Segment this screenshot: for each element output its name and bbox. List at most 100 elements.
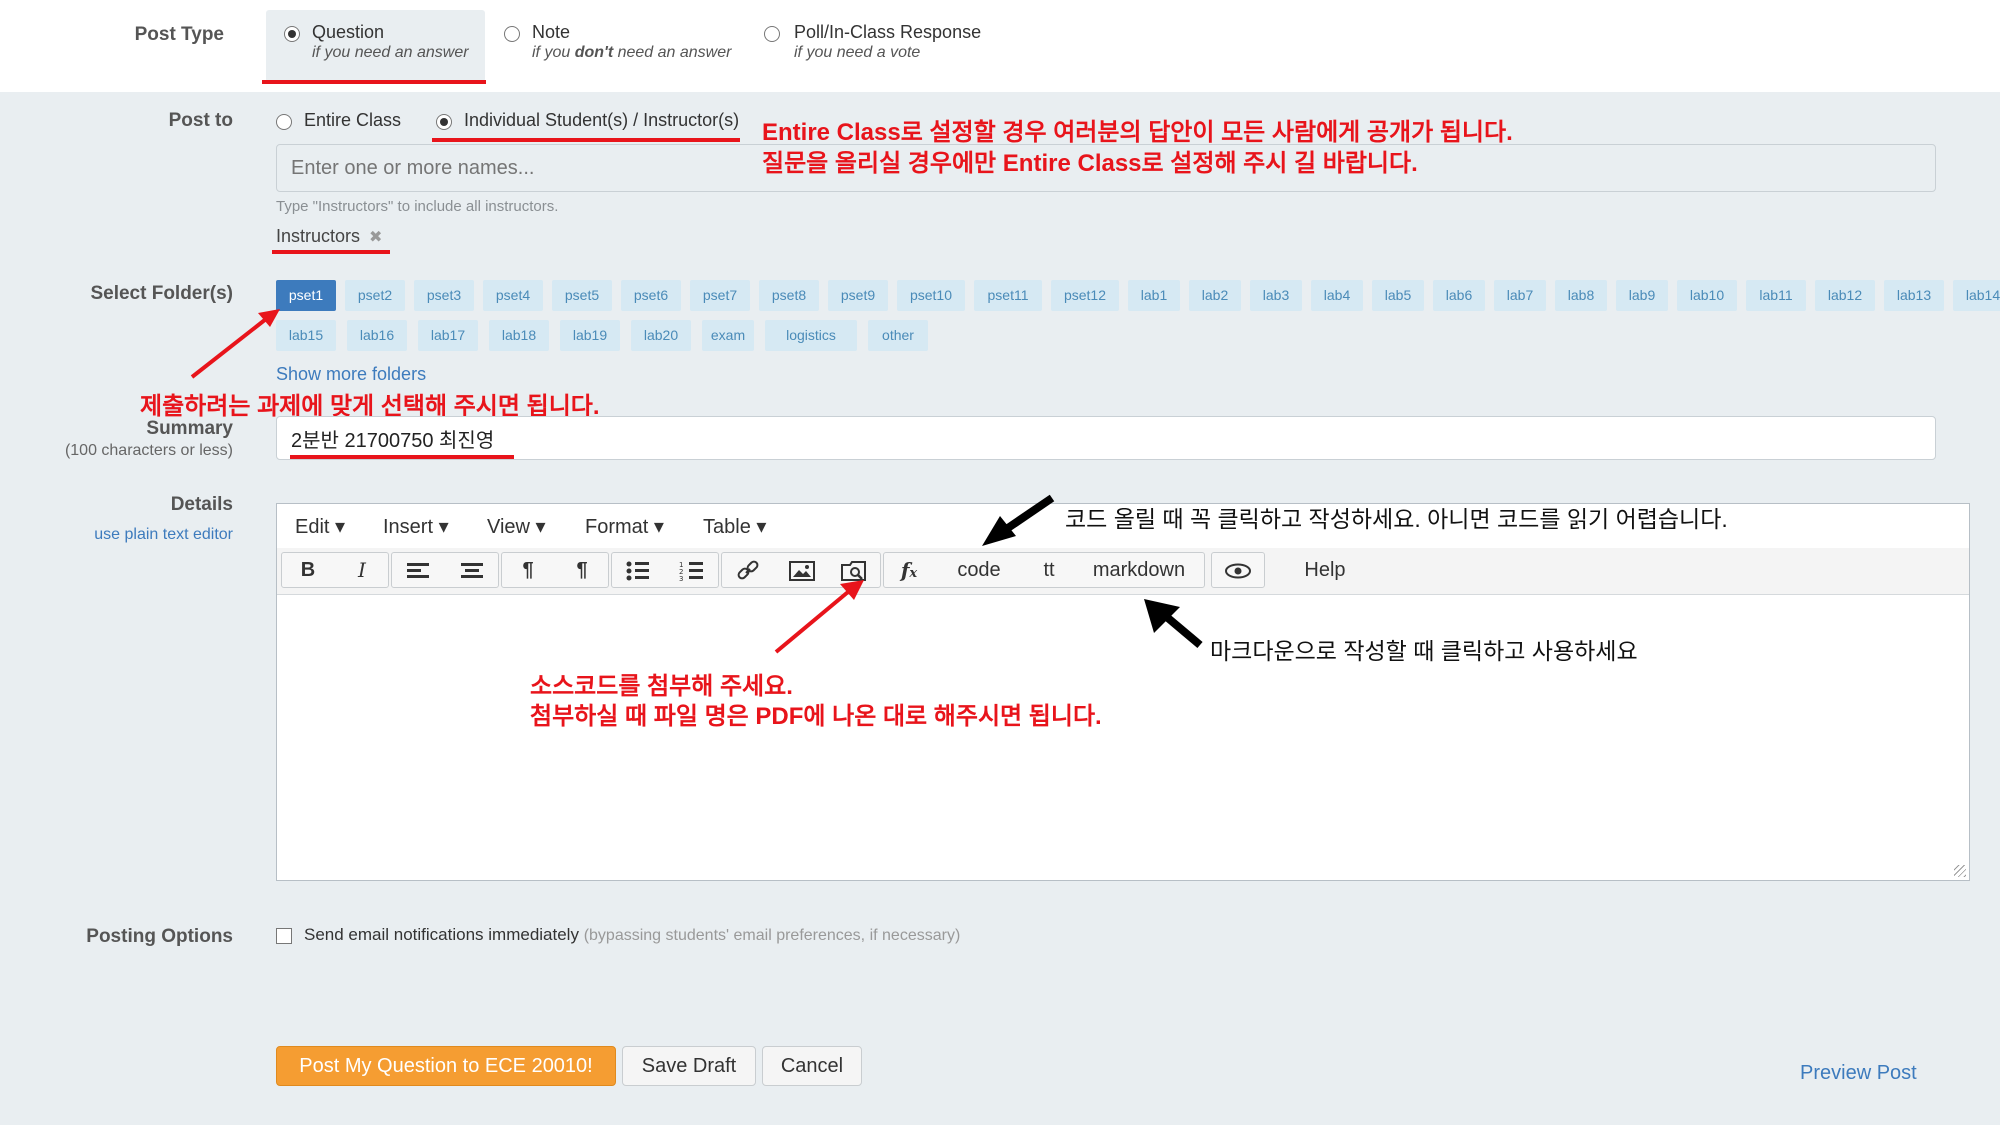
post-type-note-option[interactable]: Note if you don't need an answer [500, 10, 740, 80]
menu-view[interactable]: View ▾ [487, 514, 546, 539]
help-button[interactable]: Help [1295, 553, 1355, 587]
individual-radio[interactable] [436, 114, 452, 130]
markdown-button[interactable]: markdown [1076, 553, 1202, 587]
align-left-icon[interactable] [392, 553, 444, 587]
post-type-question-option[interactable]: Question if you need an answer [266, 10, 485, 82]
folder-chip-lab18[interactable]: lab18 [489, 320, 549, 351]
summary-sublabel: (100 characters or less) [64, 442, 233, 459]
resize-handle[interactable] [1954, 865, 1966, 877]
ltr-icon[interactable]: ¶ [502, 553, 554, 587]
cancel-button[interactable]: Cancel [762, 1046, 862, 1086]
email-option-label: Send email notifications immediately [304, 925, 579, 944]
folder-chip-lab10[interactable]: lab10 [1677, 280, 1737, 311]
folder-chip-lab13[interactable]: lab13 [1884, 280, 1944, 311]
folder-chip-lab11[interactable]: lab11 [1746, 280, 1806, 311]
numbered-list-icon[interactable]: 123 [666, 553, 718, 587]
folder-chip-lab6[interactable]: lab6 [1433, 280, 1485, 311]
question-underline-annotation [262, 80, 486, 84]
menu-edit[interactable]: Edit ▾ [295, 514, 345, 539]
attach-arrow-annotation [774, 580, 864, 654]
markdown-arrow-annotation [1144, 599, 1203, 649]
folder-chip-exam[interactable]: exam [702, 320, 754, 351]
post-type-label: Post Type [134, 24, 224, 45]
italic-icon[interactable]: I [336, 553, 388, 587]
folder-chip-pset4[interactable]: pset4 [483, 280, 543, 311]
folder-chip-pset5[interactable]: pset5 [552, 280, 612, 311]
code-button[interactable]: code [936, 553, 1022, 587]
direction-group: ¶ ¶ [501, 552, 609, 588]
folder-chip-pset8[interactable]: pset8 [759, 280, 819, 311]
show-more-folders-link[interactable]: Show more folders [276, 364, 426, 385]
attach-annotation-line2: 첨부하실 때 파일 명은 PDF에 나온 대로 해주시면 됩니다. [530, 703, 1102, 730]
folder-chip-lab20[interactable]: lab20 [631, 320, 691, 351]
folder-chip-pset7[interactable]: pset7 [690, 280, 750, 311]
instructors-hint: Type "Instructors" to include all instru… [276, 198, 559, 215]
instructors-token: Instructors ✖ [276, 226, 382, 247]
names-input[interactable] [276, 144, 1936, 192]
preview-group [1211, 552, 1265, 588]
align-group [391, 552, 499, 588]
individual-label[interactable]: Individual Student(s) / Instructor(s) [464, 110, 739, 131]
post-type-poll-option[interactable]: Poll/In-Class Response if you need a vot… [760, 10, 1020, 80]
menu-format[interactable]: Format ▾ [585, 514, 664, 539]
folder-chip-pset6[interactable]: pset6 [621, 280, 681, 311]
folder-arrow-annotation [190, 309, 280, 379]
align-center-icon[interactable] [446, 553, 498, 587]
editor-toolbar: B I ¶ ¶ 123 fx code tt markdown Help [277, 548, 1969, 595]
folder-chip-lab8[interactable]: lab8 [1555, 280, 1607, 311]
plain-text-editor-link[interactable]: use plain text editor [60, 526, 233, 544]
email-checkbox[interactable] [276, 928, 292, 944]
folder-chip-pset3[interactable]: pset3 [414, 280, 474, 311]
menu-table[interactable]: Table ▾ [703, 514, 766, 539]
question-subtitle: if you need an answer [312, 44, 469, 61]
preview-post-link[interactable]: Preview Post [1800, 1062, 1917, 1085]
folder-chip-lab17[interactable]: lab17 [418, 320, 478, 351]
folder-chip-pset2[interactable]: pset2 [345, 280, 405, 311]
folder-chip-logistics[interactable]: logistics [765, 320, 857, 351]
folder-chip-lab9[interactable]: lab9 [1616, 280, 1668, 311]
note-title: Note [532, 22, 571, 42]
post-question-button[interactable]: Post My Question to ECE 20010! [276, 1046, 616, 1086]
formula-icon[interactable]: fx [884, 553, 934, 587]
select-folders-label: Select Folder(s) [90, 283, 233, 304]
folder-chip-lab14[interactable]: lab14 [1953, 280, 2000, 311]
remove-token-icon[interactable]: ✖ [369, 229, 382, 246]
text-style-group: B I [281, 552, 389, 588]
folder-chip-lab12[interactable]: lab12 [1815, 280, 1875, 311]
entire-class-label[interactable]: Entire Class [304, 110, 401, 131]
summary-input[interactable] [276, 416, 1936, 460]
bold-icon[interactable]: B [282, 553, 334, 587]
folder-chip-pset9[interactable]: pset9 [828, 280, 888, 311]
note-radio[interactable] [504, 26, 520, 42]
instructors-token-label: Instructors [276, 226, 361, 246]
folder-chip-pset11[interactable]: pset11 [974, 280, 1042, 311]
folder-chip-pset10[interactable]: pset10 [897, 280, 965, 311]
email-option[interactable]: Send email notifications immediately (by… [304, 925, 960, 945]
folder-chip-lab16[interactable]: lab16 [347, 320, 407, 351]
code-group: fx code tt markdown [883, 552, 1205, 588]
folder-chip-pset12[interactable]: pset12 [1051, 280, 1119, 311]
folder-chip-lab5[interactable]: lab5 [1372, 280, 1424, 311]
folder-chip-lab2[interactable]: lab2 [1189, 280, 1241, 311]
link-icon[interactable] [722, 553, 774, 587]
rtl-icon[interactable]: ¶ [556, 553, 608, 587]
folder-chip-other[interactable]: other [868, 320, 928, 351]
folder-chip-lab3[interactable]: lab3 [1250, 280, 1302, 311]
tt-button[interactable]: tt [1024, 553, 1074, 587]
question-radio[interactable] [284, 26, 300, 42]
bullet-list-icon[interactable] [612, 553, 664, 587]
menu-insert[interactable]: Insert ▾ [383, 514, 449, 539]
svg-text:3: 3 [679, 575, 683, 582]
code-arrow-annotation [982, 494, 1055, 546]
note-subtitle: if you don't need an answer [532, 44, 732, 61]
poll-radio[interactable] [764, 26, 780, 42]
poll-subtitle: if you need a vote [794, 44, 921, 61]
entire-class-radio[interactable] [276, 114, 292, 130]
folder-chip-lab7[interactable]: lab7 [1494, 280, 1546, 311]
summary-underline-annotation [290, 455, 514, 459]
eye-icon[interactable] [1212, 553, 1264, 587]
folder-chip-lab1[interactable]: lab1 [1128, 280, 1180, 311]
save-draft-button[interactable]: Save Draft [622, 1046, 756, 1086]
folder-chip-lab4[interactable]: lab4 [1311, 280, 1363, 311]
folder-chip-lab19[interactable]: lab19 [560, 320, 620, 351]
